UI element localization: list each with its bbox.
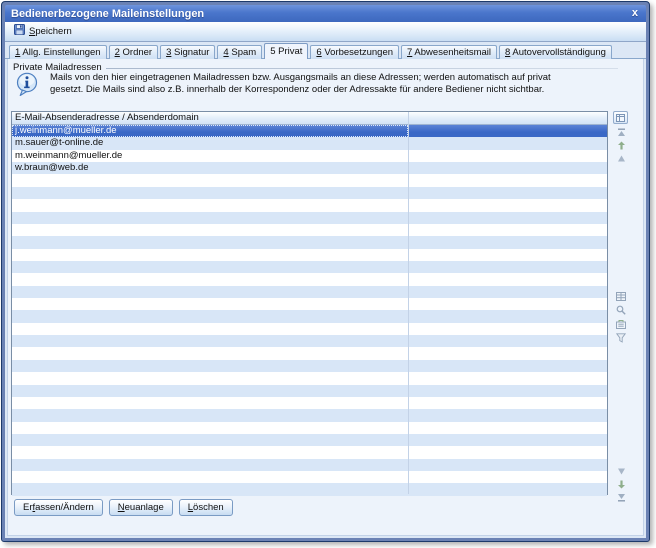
grid-column-header[interactable]: E-Mail-Absenderadresse / Absenderdomain — [12, 112, 607, 125]
close-icon[interactable]: x — [630, 8, 640, 19]
scroll-up-icon[interactable] — [615, 153, 627, 164]
table-row[interactable] — [12, 446, 607, 458]
scroll-last-icon[interactable] — [615, 492, 627, 503]
tab-page-area: 1 Allg. Einstellungen2 Ordner3 Signatur4… — [5, 42, 646, 538]
table-row[interactable] — [12, 236, 607, 248]
table-row[interactable] — [12, 483, 607, 495]
table-row[interactable] — [12, 261, 607, 273]
table-row[interactable] — [12, 422, 607, 434]
column-options-button[interactable] — [613, 111, 628, 124]
table-row[interactable] — [12, 471, 607, 483]
save-button[interactable]: Speichern — [10, 22, 78, 41]
email-address-label: m.sauer@t-online.de — [15, 137, 103, 148]
group-divider — [106, 68, 618, 69]
tab-4[interactable]: 4 Spam — [217, 45, 262, 59]
email-address-label: m.weinmann@mueller.de — [15, 150, 122, 161]
scroll-page-up-icon[interactable] — [615, 140, 627, 151]
edit-button[interactable]: Erfassen/Ändern — [14, 499, 103, 516]
email-address-label: w.braun@web.de — [15, 162, 89, 173]
table-row[interactable] — [12, 224, 607, 236]
email-address-label: j.weinmann@mueller.de — [15, 125, 117, 136]
delete-button[interactable]: Löschen — [179, 499, 233, 516]
table-row[interactable] — [12, 323, 607, 335]
table-row[interactable] — [12, 310, 607, 322]
table-row[interactable] — [12, 459, 607, 471]
search-icon[interactable] — [615, 304, 627, 315]
toolbar: Speichern — [5, 22, 646, 42]
action-button-row: Erfassen/Ändern Neuanlage Löschen — [14, 499, 233, 516]
table-row[interactable] — [12, 298, 607, 310]
table-row[interactable] — [12, 174, 607, 186]
info-text-line1: Mails von den hier eingetragenen Mailadr… — [50, 72, 551, 84]
table-row[interactable] — [12, 347, 607, 359]
tab-page-privat: Private Mailadressen — [7, 59, 644, 536]
window-title: Bedienerbezogene Maileinstellungen — [11, 8, 204, 20]
table-row[interactable]: m.weinmann@mueller.de — [12, 150, 607, 162]
titlebar: Bedienerbezogene Maileinstellungen x — [5, 5, 646, 22]
grid-rows: j.weinmann@mueller.dem.sauer@t-online.de… — [12, 125, 607, 494]
tab-7[interactable]: 7 Abwesenheitsmail — [401, 45, 497, 59]
save-icon — [14, 24, 25, 38]
export-icon[interactable] — [615, 319, 627, 330]
scroll-page-down-icon[interactable] — [615, 479, 627, 490]
info-text-line2: gesetzt. Die Mails sind also z.B. innerh… — [50, 84, 551, 96]
table-row[interactable] — [12, 199, 607, 211]
scroll-first-icon[interactable] — [615, 127, 627, 138]
table-row[interactable]: m.sauer@t-online.de — [12, 137, 607, 149]
table-row[interactable]: j.weinmann@mueller.de — [12, 125, 607, 137]
grid-view-icon[interactable] — [615, 291, 627, 302]
scroll-down-icon[interactable] — [615, 466, 627, 477]
table-row[interactable] — [12, 286, 607, 298]
tab-3[interactable]: 3 Signatur — [160, 45, 215, 59]
table-row[interactable] — [12, 187, 607, 199]
grid-options-icon — [616, 114, 625, 122]
tab-1[interactable]: 1 Allg. Einstellungen — [9, 45, 107, 59]
tab-6[interactable]: 6 Vorbesetzungen — [310, 45, 399, 59]
filter-icon[interactable] — [615, 332, 627, 343]
table-row[interactable] — [12, 249, 607, 261]
grid-side-toolbar — [610, 111, 632, 495]
table-row[interactable] — [12, 397, 607, 409]
screen: Bedienerbezogene Maileinstellungen x Spe… — [0, 0, 656, 548]
info-icon — [16, 72, 38, 97]
table-row[interactable] — [12, 212, 607, 224]
tab-strip: 1 Allg. Einstellungen2 Ordner3 Signatur4… — [9, 44, 612, 59]
table-row[interactable] — [12, 409, 607, 421]
table-row[interactable] — [12, 335, 607, 347]
email-grid: E-Mail-Absenderadresse / Absenderdomain … — [11, 111, 608, 495]
table-row[interactable] — [12, 385, 607, 397]
new-button[interactable]: Neuanlage — [109, 499, 173, 516]
tab-5[interactable]: 5 Privat — [264, 43, 308, 59]
grid-column-divider — [408, 112, 409, 494]
dialog-window: Bedienerbezogene Maileinstellungen x Spe… — [1, 1, 650, 542]
table-row[interactable] — [12, 372, 607, 384]
table-row[interactable] — [12, 273, 607, 285]
table-row[interactable]: w.braun@web.de — [12, 162, 607, 174]
info-text: Mails von den hier eingetragenen Mailadr… — [50, 72, 551, 96]
tab-8[interactable]: 8 Autovervollständigung — [499, 45, 612, 59]
tab-2[interactable]: 2 Ordner — [109, 45, 159, 59]
save-label: Speichern — [29, 26, 72, 37]
table-row[interactable] — [12, 360, 607, 372]
table-row[interactable] — [12, 434, 607, 446]
